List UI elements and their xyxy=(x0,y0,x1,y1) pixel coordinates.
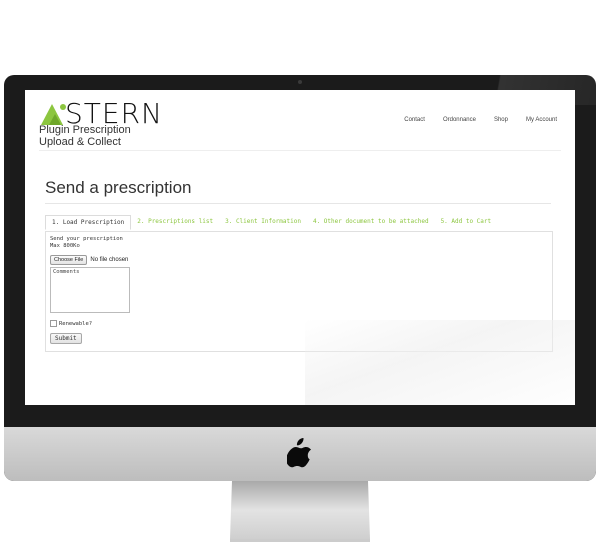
monitor-stand xyxy=(230,481,370,542)
logo-subtitle-line2: Upload & Collect xyxy=(39,136,121,148)
max-size-note: Max 800Ko xyxy=(50,243,80,249)
tab-other-document[interactable]: 4. Other document to be attached xyxy=(307,215,435,230)
choose-file-button[interactable]: Choose File xyxy=(50,255,88,265)
screen: STERN Plugin Prescription Upload & Colle… xyxy=(25,90,575,405)
renewable-label: Renewable? xyxy=(59,320,93,327)
top-navigation: Contact Ordonnance Shop My Account xyxy=(404,117,557,123)
tab-load-prescription[interactable]: 1. Load Prescription xyxy=(45,215,132,230)
file-input-row: Choose File No file chosen xyxy=(50,255,128,265)
renewable-option: Renewable? xyxy=(50,320,92,327)
tab-prescriptions-list[interactable]: 2. Prescriptions list xyxy=(131,215,219,230)
tab-client-information[interactable]: 3. Client Information xyxy=(219,215,307,230)
comments-textarea[interactable]: Comments xyxy=(50,267,130,313)
nav-shop[interactable]: Shop xyxy=(494,117,508,123)
file-status: No file chosen xyxy=(90,257,129,263)
upload-form-panel: Send your prescription Max 800Ko Choose … xyxy=(45,231,553,352)
logo-subtitle: Plugin Prescription Upload & Collect xyxy=(39,124,131,148)
form-intro: Send your prescription xyxy=(50,236,123,242)
nav-ordonnance[interactable]: Ordonnance xyxy=(443,117,476,123)
page-title: Send a prescription xyxy=(45,178,192,197)
site-logo[interactable]: STERN Plugin Prescription Upload & Colle… xyxy=(39,97,179,157)
submit-button[interactable]: Submit xyxy=(50,333,82,344)
renewable-checkbox[interactable] xyxy=(50,320,57,327)
nav-contact[interactable]: Contact xyxy=(404,117,425,123)
header-divider xyxy=(39,150,561,151)
prescription-tabs: 1. Load Prescription 2. Prescriptions li… xyxy=(45,215,497,230)
logo-subtitle-line1: Plugin Prescription xyxy=(39,124,131,136)
apple-logo-icon xyxy=(287,438,311,468)
tab-add-to-cart[interactable]: 5. Add to Cart xyxy=(435,215,498,230)
title-divider xyxy=(45,203,551,204)
webcam xyxy=(298,80,302,84)
nav-my-account[interactable]: My Account xyxy=(526,117,557,123)
